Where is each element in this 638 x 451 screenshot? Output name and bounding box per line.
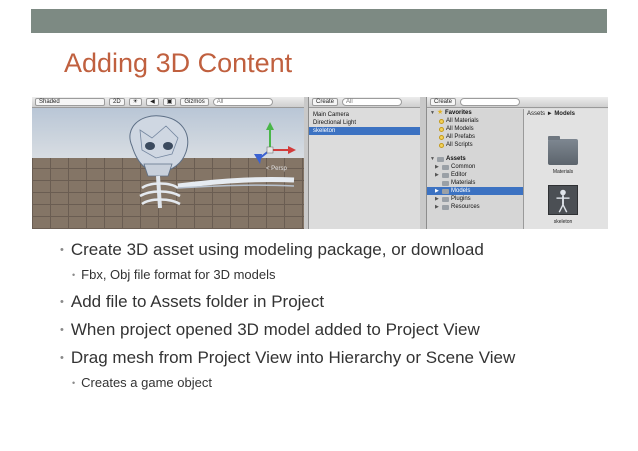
collapse-arrow-icon[interactable]: ▶ [435,171,440,179]
materials-folder-thumbnail[interactable] [548,136,578,165]
bullet-icon: • [60,324,64,336]
bullet-icon: • [60,244,64,256]
tree-item-resources[interactable]: ▶ Resources [427,203,523,211]
scene-search-input[interactable]: All [212,98,273,106]
collapse-arrow-icon[interactable]: ▶ [435,187,440,195]
unity-editor-screenshot: Shaded 2D ☀ ◀ ▣ Gizmos All < Persp Creat… [32,97,608,229]
saved-search-icon [439,142,444,148]
folder-icon [442,180,449,186]
tree-item-models[interactable]: ▶ Models [427,187,523,195]
project-asset-grid: Assets ► Models Materials skeleton [524,109,608,229]
tree-item-editor[interactable]: ▶ Editor [427,171,523,179]
scene-toolbar: Shaded 2D ☀ ◀ ▣ Gizmos All [32,97,304,108]
tree-item-materials[interactable]: Materials [427,179,523,187]
project-breadcrumb: Assets ► Models [527,111,575,117]
breadcrumb-assets[interactable]: Assets [527,111,545,117]
tree-item-all-scripts[interactable]: All Scripts [427,141,523,149]
folder-icon [437,156,444,162]
saved-search-icon [439,134,444,140]
skeleton-model-thumbnail[interactable] [548,185,578,215]
bullet-icon: • [60,296,64,308]
shading-mode-dropdown[interactable]: Shaded [35,98,105,106]
collapse-arrow-icon[interactable]: ▶ [435,203,440,211]
tree-item-assets[interactable]: ▼ Assets [427,155,523,163]
star-icon: ★ [437,109,444,116]
gizmos-dropdown[interactable]: Gizmos [180,98,209,106]
bullet-icon: • [72,270,76,280]
hierarchy-create-dropdown[interactable]: Create [312,98,339,106]
hierarchy-item-skeleton[interactable]: skeleton [309,127,421,135]
bullet-item: • When project opened 3D model added to P… [60,320,480,339]
expand-arrow-icon[interactable]: ▼ [430,155,435,163]
materials-folder-label: Materials [552,169,574,175]
saved-search-icon [439,118,444,124]
hierarchy-panel: Create All Main Camera Directional Light… [308,97,421,229]
collapse-arrow-icon[interactable]: ▶ [435,195,440,203]
project-toolbar: Create [427,97,608,108]
bullet-item: • Create 3D asset using modeling package,… [60,240,484,259]
project-create-dropdown[interactable]: Create [430,98,457,106]
project-search-input[interactable] [460,98,521,106]
tree-item-all-models[interactable]: All Models [427,125,523,133]
slide-top-bar [31,9,607,33]
saved-search-icon [439,126,444,132]
project-folder-tree: ▼ ★ Favorites All Materials All Models A… [427,109,524,229]
2d-toggle[interactable]: 2D [109,98,125,106]
folder-icon [442,204,449,210]
breadcrumb-separator-icon: ► [546,111,553,117]
bullet-icon: • [72,378,76,388]
tree-item-all-prefabs[interactable]: All Prefabs [427,133,523,141]
bullet-item: • Drag mesh from Project View into Hierar… [60,348,516,367]
folder-icon [442,172,449,178]
folder-icon [442,164,449,170]
folder-icon [442,188,449,194]
tree-item-favorites[interactable]: ▼ ★ Favorites [427,109,523,117]
skeleton-model-label: skeleton [553,219,573,225]
scene-view: Shaded 2D ☀ ◀ ▣ Gizmos All < Persp [32,97,304,229]
audio-toggle-icon[interactable]: ◀ [146,98,159,106]
tree-item-common[interactable]: ▶ Common [427,163,523,171]
breadcrumb-models[interactable]: Models [554,111,575,117]
skeleton-model[interactable] [32,108,304,229]
folder-icon [442,196,449,202]
project-panel: Create ▼ ★ Favorites All Materials All M… [426,97,608,229]
tree-item-plugins[interactable]: ▶ Plugins [427,195,523,203]
effects-toggle-icon[interactable]: ▣ [162,98,177,106]
collapse-arrow-icon[interactable]: ▶ [435,163,440,171]
lighting-toggle-icon[interactable]: ☀ [128,98,143,106]
hierarchy-item-directional-light[interactable]: Directional Light [309,119,421,127]
perspective-label[interactable]: < Persp [266,166,287,172]
sub-bullet-item: • Creates a game object [72,375,212,390]
hierarchy-list: Main Camera Directional Light skeleton [309,111,421,135]
bullet-icon: • [60,352,64,364]
slide-title: Adding 3D Content [64,48,293,78]
hierarchy-item-main-camera[interactable]: Main Camera [309,111,421,119]
hierarchy-toolbar: Create All [309,97,421,108]
expand-arrow-icon[interactable]: ▼ [430,109,435,117]
tree-item-all-materials[interactable]: All Materials [427,117,523,125]
sub-bullet-item: • Fbx, Obj file format for 3D models [72,267,276,282]
hierarchy-search-input[interactable]: All [342,98,403,106]
bullet-item: • Add file to Assets folder in Project [60,292,325,311]
